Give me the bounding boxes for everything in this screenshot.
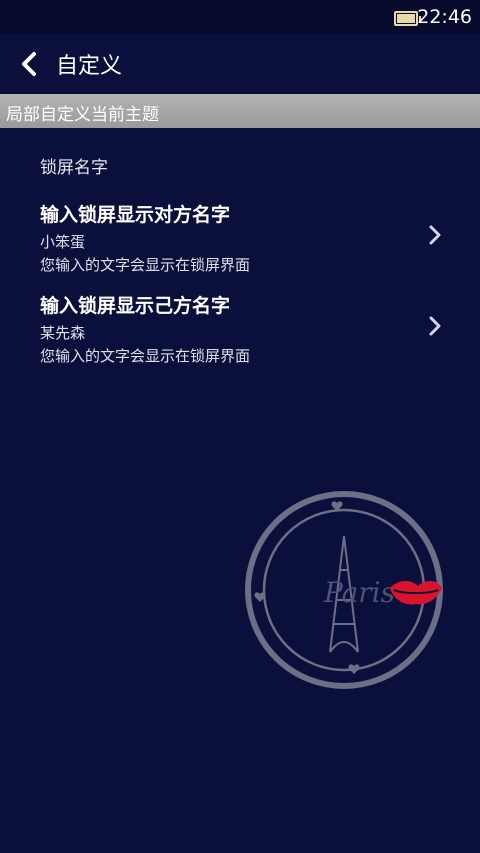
setting-item-hint: 您输入的文字会显示在锁屏界面 [40,256,251,274]
chevron-right-icon [429,225,441,245]
setting-item-value: 某先森 [40,324,86,342]
header: 自定义 [0,34,480,94]
setting-item-title: 输入锁屏显示对方名字 [40,204,231,226]
group-title: 锁屏名字 [40,158,108,178]
section-title: 局部自定义当前主题 [6,105,159,125]
status-bar: 22:46 [0,0,480,34]
chevron-right-icon [429,316,441,336]
setting-item-partner-name[interactable]: 输入锁屏显示对方名字 小笨蛋 您输入的文字会显示在锁屏界面 [22,194,460,286]
section-header: 局部自定义当前主题 [0,94,480,128]
paris-eiffel-emblem-icon: Paris [245,491,443,689]
setting-item-title: 输入锁屏显示己方名字 [40,295,231,317]
page-title: 自定义 [56,54,123,79]
emblem-script-text: Paris [323,576,395,609]
battery-icon [394,11,421,26]
setting-item-own-name[interactable]: 输入锁屏显示己方名字 某先森 您输入的文字会显示在锁屏界面 [22,285,460,377]
chevron-left-icon[interactable] [16,48,44,80]
status-time: 22:46 [417,6,472,28]
setting-item-hint: 您输入的文字会显示在锁屏界面 [40,347,251,365]
setting-item-value: 小笨蛋 [40,233,86,251]
